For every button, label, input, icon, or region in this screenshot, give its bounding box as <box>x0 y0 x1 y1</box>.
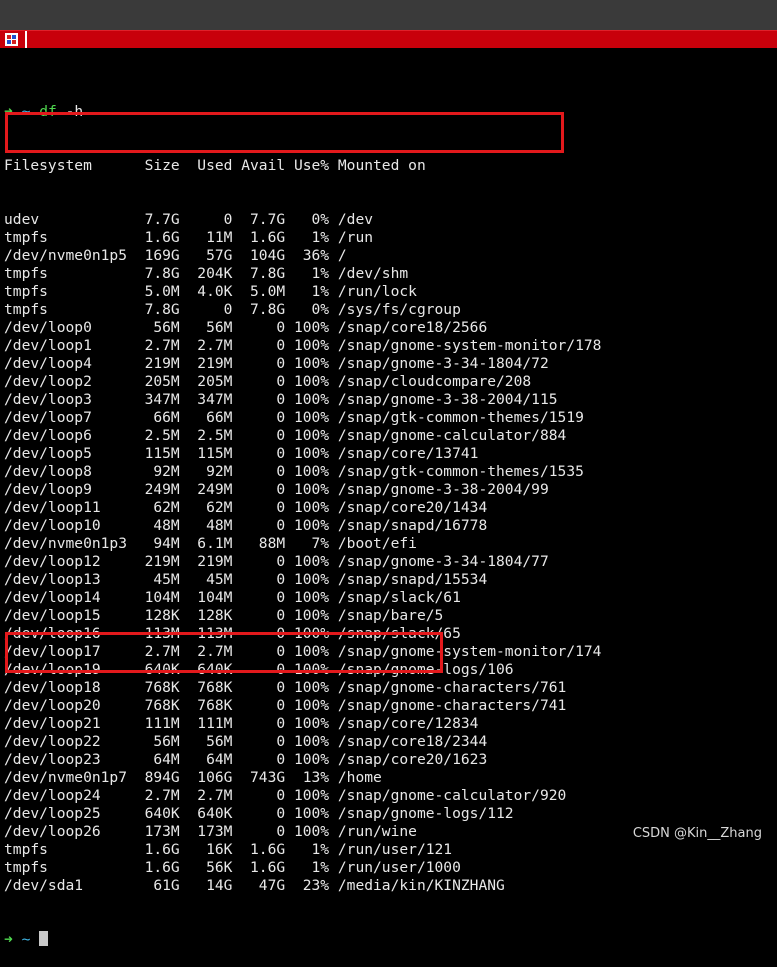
terminal-tab-bar[interactable] <box>0 30 777 48</box>
active-prompt-line[interactable]: ➜ ~ <box>4 931 601 949</box>
df-row-dev-loop0: /dev/loop0 56M 56M 0 100% /snap/core18/2… <box>4 319 601 337</box>
df-row-dev-loop6: /dev/loop6 2.5M 2.5M 0 100% /snap/gnome-… <box>4 427 601 445</box>
df-row-dev-loop7: /dev/loop7 66M 66M 0 100% /snap/gtk-comm… <box>4 409 601 427</box>
df-row-dev-loop1: /dev/loop1 2.7M 2.7M 0 100% /snap/gnome-… <box>4 337 601 355</box>
csdn-watermark: CSDN @Kin__Zhang <box>633 826 762 841</box>
df-row-dev-loop25: /dev/loop25 640K 640K 0 100% /snap/gnome… <box>4 805 601 823</box>
df-row-dev-loop4: /dev/loop4 219M 219M 0 100% /snap/gnome-… <box>4 355 601 373</box>
df-row-dev-loop26: /dev/loop26 173M 173M 0 100% /run/wine <box>4 823 601 841</box>
df-row-dev-nvme0n1p5: /dev/nvme0n1p5 169G 57G 104G 36% / <box>4 247 601 265</box>
df-row-dev-loop24: /dev/loop24 2.7M 2.7M 0 100% /snap/gnome… <box>4 787 601 805</box>
terminal-output[interactable]: ➜ ~ df -h Filesystem Size Used Avail Use… <box>4 67 601 967</box>
df-output-rows: udev 7.7G 0 7.7G 0% /devtmpfs 1.6G 11M 1… <box>4 211 601 895</box>
df-row-tmpfs: tmpfs 1.6G 11M 1.6G 1% /run <box>4 229 601 247</box>
df-row-udev: udev 7.7G 0 7.7G 0% /dev <box>4 211 601 229</box>
df-row-tmpfs: tmpfs 7.8G 0 7.8G 0% /sys/fs/cgroup <box>4 301 601 319</box>
df-row-dev-loop15: /dev/loop15 128K 128K 0 100% /snap/bare/… <box>4 607 601 625</box>
df-row-dev-loop22: /dev/loop22 56M 56M 0 100% /snap/core18/… <box>4 733 601 751</box>
df-row-dev-loop8: /dev/loop8 92M 92M 0 100% /snap/gtk-comm… <box>4 463 601 481</box>
df-row-dev-loop5: /dev/loop5 115M 115M 0 100% /snap/core/1… <box>4 445 601 463</box>
highlight-box-root-partition <box>5 112 564 153</box>
df-row-dev-loop20: /dev/loop20 768K 768K 0 100% /snap/gnome… <box>4 697 601 715</box>
highlight-box-home-partition <box>5 632 443 673</box>
df-row-dev-loop2: /dev/loop2 205M 205M 0 100% /snap/cloudc… <box>4 373 601 391</box>
tab-divider <box>25 31 27 48</box>
prompt-arrow-icon: ➜ <box>4 931 13 948</box>
df-row-dev-loop21: /dev/loop21 111M 111M 0 100% /snap/core/… <box>4 715 601 733</box>
df-row-dev-loop13: /dev/loop13 45M 45M 0 100% /snap/snapd/1… <box>4 571 601 589</box>
df-row-dev-nvme0n1p7: /dev/nvme0n1p7 894G 106G 743G 13% /home <box>4 769 601 787</box>
df-row-dev-loop12: /dev/loop12 219M 219M 0 100% /snap/gnome… <box>4 553 601 571</box>
df-row-dev-loop10: /dev/loop10 48M 48M 0 100% /snap/snapd/1… <box>4 517 601 535</box>
window-titlebar[interactable] <box>0 0 777 30</box>
df-row-tmpfs: tmpfs 1.6G 16K 1.6G 1% /run/user/121 <box>4 841 601 859</box>
df-row-dev-nvme0n1p3: /dev/nvme0n1p3 94M 6.1M 88M 7% /boot/efi <box>4 535 601 553</box>
df-row-dev-sda1: /dev/sda1 61G 14G 47G 23% /media/kin/KIN… <box>4 877 601 895</box>
df-row-dev-loop14: /dev/loop14 104M 104M 0 100% /snap/slack… <box>4 589 601 607</box>
df-row-dev-loop11: /dev/loop11 62M 62M 0 100% /snap/core20/… <box>4 499 601 517</box>
df-row-tmpfs: tmpfs 5.0M 4.0K 5.0M 1% /run/lock <box>4 283 601 301</box>
text-cursor[interactable] <box>39 931 48 946</box>
df-row-tmpfs: tmpfs 1.6G 56K 1.6G 1% /run/user/1000 <box>4 859 601 877</box>
df-row-dev-loop18: /dev/loop18 768K 768K 0 100% /snap/gnome… <box>4 679 601 697</box>
df-row-tmpfs: tmpfs 7.8G 204K 7.8G 1% /dev/shm <box>4 265 601 283</box>
terminal-tab-icon[interactable] <box>5 33 18 46</box>
prompt-directory: ~ <box>22 931 31 948</box>
df-row-dev-loop23: /dev/loop23 64M 64M 0 100% /snap/core20/… <box>4 751 601 769</box>
df-row-dev-loop3: /dev/loop3 347M 347M 0 100% /snap/gnome-… <box>4 391 601 409</box>
df-row-dev-loop9: /dev/loop9 249M 249M 0 100% /snap/gnome-… <box>4 481 601 499</box>
df-header-row: Filesystem Size Used Avail Use% Mounted … <box>4 157 601 175</box>
